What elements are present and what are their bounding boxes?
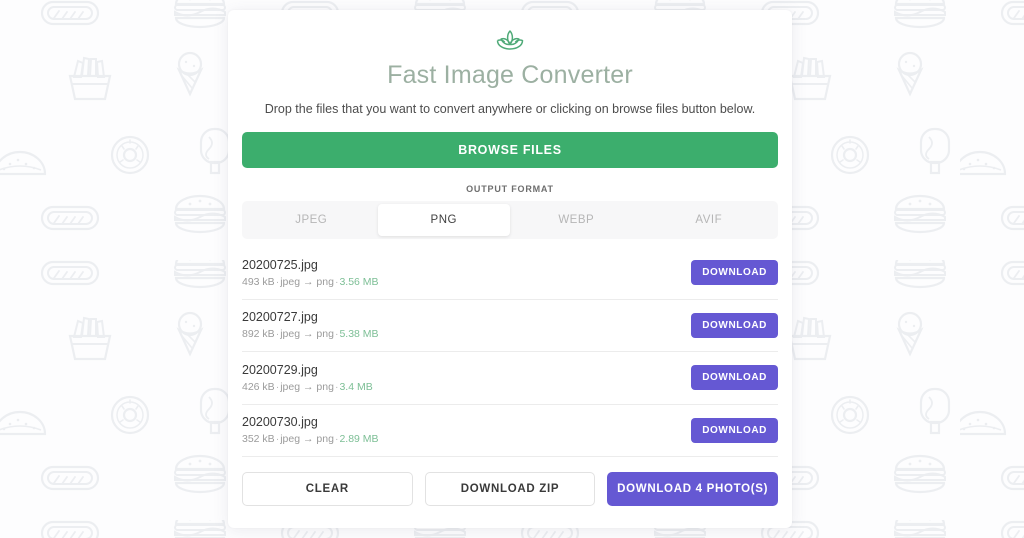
download-button[interactable]: DOWNLOAD [691, 260, 778, 286]
download-button[interactable]: DOWNLOAD [691, 312, 778, 338]
file-to-format: png [316, 433, 334, 446]
convert-arrow-icon: → [302, 380, 314, 393]
file-input-size: 892 kB [242, 328, 275, 341]
file-from-format: jpeg [280, 328, 301, 341]
format-tab-png[interactable]: PNG [377, 204, 510, 236]
file-info: 20200730.jpg 352 kB·jpeg → png·2.89 MB [242, 414, 379, 446]
output-format-label: OUTPUT FORMAT [466, 184, 554, 194]
file-from-format: jpeg [280, 275, 301, 288]
file-meta: 493 kB·jpeg → png·3.56 MB [242, 275, 379, 289]
file-to-format: png [316, 380, 334, 393]
file-output-size: 3.4 MB [339, 380, 373, 393]
file-input-size: 493 kB [242, 275, 275, 288]
table-row: 20200729.jpg 426 kB·jpeg → png·3.4 MB DO… [242, 352, 778, 405]
drop-hint-text: Drop the files that you want to convert … [264, 102, 756, 116]
file-name: 20200725.jpg [242, 257, 318, 272]
file-info: 20200729.jpg 426 kB·jpeg → png·3.4 MB [242, 362, 373, 394]
file-output-size: 2.89 MB [339, 433, 379, 446]
file-name: 20200730.jpg [242, 415, 318, 430]
table-row: 20200727.jpg 892 kB·jpeg → png·5.38 MB D… [242, 300, 778, 352]
format-tab-jpeg[interactable]: JPEG [245, 204, 378, 236]
convert-arrow-icon: → [302, 328, 314, 341]
browse-files-button[interactable]: BROWSE FILES [242, 132, 778, 168]
download-button[interactable]: DOWNLOAD [691, 365, 778, 391]
clear-button[interactable]: CLEAR [242, 472, 413, 506]
file-info: 20200725.jpg 493 kB·jpeg → png·3.56 MB [242, 257, 379, 289]
format-tab-avif[interactable]: AVIF [643, 204, 776, 236]
download-button[interactable]: DOWNLOAD [691, 417, 778, 443]
output-format-tabs: JPEG PNG WEBP AVIF [242, 201, 778, 239]
file-to-format: png [316, 328, 334, 341]
file-meta: 352 kB·jpeg → png·2.89 MB [242, 432, 379, 446]
file-meta: 426 kB·jpeg → png·3.4 MB [242, 380, 373, 394]
download-all-button[interactable]: DOWNLOAD 4 PHOTO(S) [607, 472, 779, 506]
format-tab-webp[interactable]: WEBP [510, 204, 643, 236]
file-name: 20200727.jpg [242, 310, 318, 325]
logo-wrap [242, 10, 778, 54]
file-from-format: jpeg [280, 380, 301, 393]
file-info: 20200727.jpg 892 kB·jpeg → png·5.38 MB [242, 309, 379, 341]
page-title: Fast Image Converter [387, 61, 633, 89]
download-zip-button[interactable]: DOWNLOAD ZIP [424, 472, 596, 506]
convert-arrow-icon: → [302, 433, 314, 446]
converter-card: Fast Image Converter Drop the files that… [228, 10, 792, 528]
file-to-format: png [316, 275, 334, 288]
file-input-size: 352 kB [242, 433, 275, 446]
lotus-icon [495, 28, 525, 54]
table-row: 20200725.jpg 493 kB·jpeg → png·3.56 MB D… [242, 247, 778, 300]
table-row: 20200730.jpg 352 kB·jpeg → png·2.89 MB D… [242, 405, 778, 457]
action-bar: CLEAR DOWNLOAD ZIP DOWNLOAD 4 PHOTO(S) [242, 472, 779, 506]
file-output-size: 3.56 MB [339, 275, 379, 288]
file-input-size: 426 kB [242, 380, 275, 393]
file-meta: 892 kB·jpeg → png·5.38 MB [242, 327, 379, 341]
file-output-size: 5.38 MB [339, 328, 379, 341]
file-list: 20200725.jpg 493 kB·jpeg → png·3.56 MB D… [242, 247, 778, 457]
convert-arrow-icon: → [302, 275, 314, 288]
file-from-format: jpeg [280, 433, 301, 446]
file-name: 20200729.jpg [242, 362, 318, 377]
